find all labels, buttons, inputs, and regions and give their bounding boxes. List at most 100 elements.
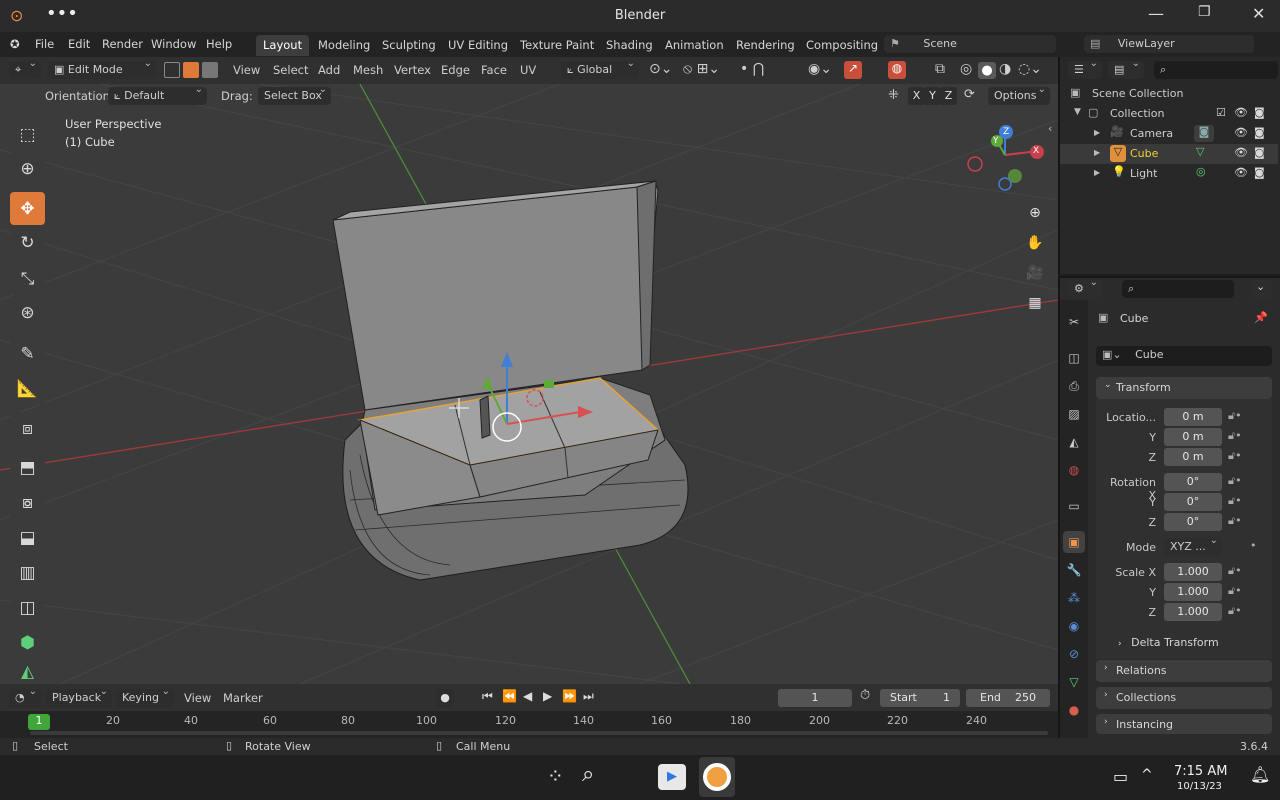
editor-type-selector[interactable]: ⌖: [9, 58, 41, 79]
rotate-tool[interactable]: ↻: [10, 226, 45, 259]
menu-add[interactable]: Add: [318, 63, 340, 77]
close-icon[interactable]: ✕: [1252, 4, 1265, 23]
face-select-icon[interactable]: [202, 62, 218, 78]
menu-edit[interactable]: Edit: [68, 37, 90, 51]
cube-eye-icon[interactable]: 👁: [1234, 146, 1248, 159]
tool-tab-icon[interactable]: ✂: [1063, 311, 1085, 333]
lock-scale-x-icon[interactable]: 🔓︎•: [1228, 564, 1242, 578]
3d-viewport[interactable]: User Perspective (1) Cube X Y Z: [0, 84, 1058, 684]
object-tab-icon[interactable]: ▣: [1063, 531, 1085, 553]
cursor-tool[interactable]: ⊕: [10, 152, 45, 185]
scene-selector[interactable]: ⚑ Scene: [884, 35, 1056, 53]
tab-uv-editing[interactable]: UV Editing: [441, 35, 515, 56]
menu-render[interactable]: Render: [102, 37, 143, 51]
clock-date[interactable]: 10/13/23: [1177, 781, 1222, 792]
mirror-z-toggle[interactable]: Z: [940, 87, 957, 105]
scale-z-field[interactable]: 1.000: [1164, 603, 1222, 621]
tab-rendering[interactable]: Rendering: [729, 35, 802, 56]
rotation-y-field[interactable]: 0°: [1164, 493, 1222, 511]
menu-face[interactable]: Face: [481, 63, 507, 77]
menu-help[interactable]: Help: [206, 37, 232, 51]
rotation-x-field[interactable]: 0°: [1164, 473, 1222, 491]
inset-tool[interactable]: ⧇: [10, 486, 45, 519]
lock-location-x-icon[interactable]: 🔓︎•: [1228, 409, 1242, 423]
lock-location-y-icon[interactable]: 🔓︎•: [1228, 429, 1242, 443]
menu-mesh[interactable]: Mesh: [353, 63, 383, 77]
expand-camera-icon[interactable]: ▶: [1094, 128, 1100, 137]
expand-collection-icon[interactable]: ▼: [1074, 107, 1081, 117]
measure-tool[interactable]: 📐: [10, 372, 45, 405]
rotation-mode-selector[interactable]: XYZ ...: [1164, 535, 1222, 556]
timeline-view-menu[interactable]: View: [184, 691, 211, 705]
camera-render-icon[interactable]: ◙: [1254, 126, 1265, 139]
orientation-selector[interactable]: ⟀ Default: [108, 84, 207, 105]
outliner-editor-type[interactable]: ☰: [1068, 58, 1102, 79]
blender-app-icon[interactable]: [699, 757, 735, 797]
jump-end-icon[interactable]: ⏭: [583, 689, 594, 704]
jump-start-icon[interactable]: ⏮: [482, 689, 493, 704]
properties-options[interactable]: ⌄: [1252, 280, 1272, 298]
proportional-edit-icon[interactable]: • ⋂: [740, 61, 764, 77]
object-datablock-field[interactable]: ▣⌄ Cube: [1096, 346, 1272, 366]
lock-scale-z-icon[interactable]: 🔓︎•: [1228, 604, 1242, 618]
collection-checkbox-icon[interactable]: ☑: [1216, 106, 1226, 119]
menu-window[interactable]: Window: [151, 37, 196, 51]
lock-location-z-icon[interactable]: 🔓︎•: [1228, 449, 1242, 463]
spin-tool[interactable]: ◭: [10, 661, 45, 683]
mode-selector[interactable]: ▣ Edit Mode: [48, 58, 156, 79]
screen-cast-icon[interactable]: ▭: [1113, 767, 1128, 786]
record-icon[interactable]: ●: [436, 689, 454, 707]
light-eye-icon[interactable]: 👁: [1234, 166, 1248, 179]
data-tab-icon[interactable]: ▽: [1063, 671, 1085, 693]
render-tab-icon[interactable]: ◫: [1063, 347, 1085, 369]
material-tab-icon[interactable]: ●: [1063, 699, 1085, 721]
collection-row[interactable]: ▼ ▢ Collection ☑ 👁 ◙: [1060, 104, 1278, 124]
instancing-panel-header[interactable]: › Instancing: [1096, 714, 1272, 734]
sync-icon[interactable]: ⟳: [964, 87, 975, 102]
visibility-icon[interactable]: ◉⌄: [808, 61, 832, 77]
next-key-icon[interactable]: ⏩: [562, 689, 577, 703]
outliner-item-camera[interactable]: ▶ 🎥 Camera ◙ 👁 ◙: [1060, 124, 1278, 144]
collapse-sidebar-icon[interactable]: ‹: [1048, 122, 1052, 135]
outliner-search[interactable]: ⌕: [1154, 61, 1278, 79]
mirror-x-toggle[interactable]: X: [908, 87, 925, 105]
options-dropdown[interactable]: Options: [988, 84, 1050, 105]
keying-menu[interactable]: Keying: [116, 686, 174, 707]
collections-panel-header[interactable]: › Collections: [1096, 687, 1272, 709]
drag-selector[interactable]: Select Box: [258, 84, 331, 105]
outliner-item-cube[interactable]: ▶ ▽ Cube ▽ 👁 ◙: [1060, 144, 1278, 164]
current-frame-field[interactable]: 1: [778, 689, 852, 707]
wireframe-shading-icon[interactable]: ◎: [960, 61, 972, 77]
play-reverse-icon[interactable]: ◀: [523, 689, 532, 703]
select-box-tool[interactable]: ⬚: [10, 118, 45, 151]
timeline-editor-type[interactable]: ◔: [9, 686, 41, 707]
pan-hand-icon[interactable]: ✋: [1022, 230, 1048, 256]
tab-modeling[interactable]: Modeling: [311, 35, 377, 56]
modifier-tab-icon[interactable]: 🔧: [1063, 559, 1085, 581]
transform-orientation-selector[interactable]: ⟀ Global: [561, 58, 639, 79]
collection-tab-icon[interactable]: ▭: [1063, 495, 1085, 517]
taskbar-search-icon[interactable]: ⌕: [582, 762, 594, 787]
knife-tool[interactable]: ◫: [10, 591, 45, 624]
blender-menu-icon[interactable]: ✪: [10, 37, 20, 51]
menu-view[interactable]: View: [233, 63, 260, 77]
lock-rotation-y-icon[interactable]: 🔓︎•: [1228, 494, 1242, 508]
mirror-icon[interactable]: ⁜: [888, 88, 899, 103]
location-x-field[interactable]: 0 m: [1164, 408, 1222, 426]
scale-x-field[interactable]: 1.000: [1164, 563, 1222, 581]
relations-panel-header[interactable]: › Relations: [1096, 660, 1272, 682]
extrude-tool[interactable]: ⬒: [10, 451, 45, 484]
rotation-mode-keyframe-icon[interactable]: •: [1250, 539, 1257, 552]
clock-time[interactable]: 7:15 AM: [1174, 764, 1227, 779]
tab-layout[interactable]: Layout: [256, 35, 310, 56]
play-icon[interactable]: ▶: [543, 689, 552, 703]
world-tab-icon[interactable]: ◍: [1063, 459, 1085, 481]
view-layer-tab-icon[interactable]: ▨: [1063, 403, 1085, 425]
overlays-toggle-icon[interactable]: ◍: [888, 61, 906, 79]
location-z-field[interactable]: 0 m: [1164, 448, 1222, 466]
output-tab-icon[interactable]: ⎙: [1063, 375, 1085, 397]
camera-view-icon[interactable]: 🎥: [1022, 260, 1048, 286]
start-frame-field[interactable]: Start 1: [880, 689, 960, 707]
physics-tab-icon[interactable]: ◉: [1063, 615, 1085, 637]
pivot-icon[interactable]: ⊙⌄: [649, 61, 672, 77]
